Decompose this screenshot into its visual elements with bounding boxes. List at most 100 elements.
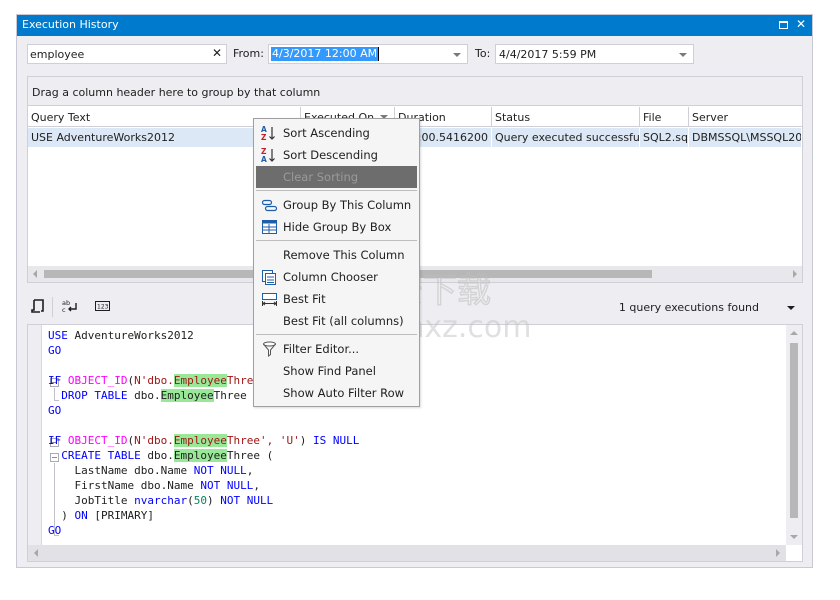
code-token: GO [48, 524, 62, 537]
scroll-left-icon[interactable] [34, 549, 38, 557]
menu-item-best-fit-all[interactable]: Best Fit (all columns) [256, 310, 417, 332]
code-token: GO [48, 344, 62, 357]
code-token: N'dbo. [134, 434, 174, 447]
line-numbers-icon[interactable]: 123 [95, 298, 111, 314]
menu-item-clear-sorting: Clear Sorting [256, 166, 417, 188]
code-token: ON [74, 509, 95, 522]
menu-item-label: Group By This Column [283, 198, 412, 212]
search-input[interactable]: employee ✕ [27, 44, 227, 64]
menu-item-label: Remove This Column [283, 248, 405, 262]
code-line: IF OBJECT_ID(N'dbo.EmployeeThree', 'U') … [48, 433, 359, 448]
scroll-left-icon[interactable] [33, 270, 37, 278]
menu-item-sort-ascending[interactable]: AZ Sort Ascending [256, 122, 417, 144]
menu-item-show-auto-filter-row[interactable]: Show Auto Filter Row [256, 382, 417, 404]
cell-file: SQL2.sql [640, 128, 689, 147]
code-token: Three [213, 389, 247, 402]
menu-item-label: Hide Group By Box [283, 220, 392, 234]
title-bar: Execution History ✕ [17, 15, 812, 36]
code-line: FirstName dbo.Name NOT NULL, [48, 478, 359, 493]
code-token: ) [48, 509, 75, 522]
group-by-column-icon [261, 197, 278, 213]
to-dropdown-arrow-icon[interactable] [679, 53, 687, 57]
menu-item-remove-column[interactable]: Remove This Column [256, 244, 417, 266]
code-token: Three', 'U' [226, 434, 300, 447]
code-line: LastName dbo.Name NOT NULL, [48, 463, 359, 478]
menu-item-group-by-column[interactable]: Group By This Column [256, 194, 417, 216]
code-token: OBJECT_ID [67, 434, 128, 447]
show-whitespace-icon[interactable]: ab c [62, 298, 78, 314]
code-token: ) [206, 494, 221, 507]
menu-item-label: Filter Editor... [283, 342, 360, 356]
code-token: NOT NULL [193, 464, 247, 477]
menu-item-label: Sort Ascending [283, 126, 370, 140]
menu-item-sort-descending[interactable]: ZA Sort Descending [256, 144, 417, 166]
menu-item-label: Best Fit (all columns) [283, 314, 404, 328]
code-token: dbo. [134, 389, 161, 402]
menu-item-label: Show Find Panel [283, 364, 376, 378]
code-token: AdventureWorks2012 [74, 329, 194, 342]
window-title: Execution History [22, 18, 119, 31]
search-match-highlight: Employee [173, 434, 227, 447]
search-match-highlight: Employee [173, 449, 227, 462]
editor-gutter [28, 325, 42, 545]
cell-server: DBMSSQL\MSSQL2012 [689, 128, 802, 147]
results-count: 1 query executions found [618, 301, 759, 314]
maximize-icon[interactable] [779, 21, 788, 29]
toolbar-separator [52, 297, 53, 317]
close-icon[interactable]: ✕ [796, 17, 806, 31]
from-date-picker[interactable]: 4/3/2017 12:00 AM [268, 44, 468, 64]
to-date-value: 4/4/2017 5:59 PM [499, 48, 597, 61]
column-header-status[interactable]: Status [492, 107, 640, 127]
scrollbar-thumb[interactable] [790, 343, 798, 518]
code-token: LastName dbo.Name [48, 464, 194, 477]
code-token: ) [299, 434, 313, 447]
code-token: IF [48, 374, 68, 387]
group-by-box[interactable]: Drag a column header here to group by th… [28, 77, 802, 106]
word-wrap-toggle-icon[interactable] [30, 298, 46, 314]
scroll-down-icon[interactable] [790, 535, 798, 539]
code-line: CREATE TABLE dbo.EmployeeThree ( [48, 448, 359, 463]
svg-text:c: c [62, 306, 66, 314]
scroll-right-icon[interactable] [793, 270, 797, 278]
code-token: CREATE TABLE [48, 449, 148, 462]
menu-item-best-fit[interactable]: Best Fit [256, 288, 417, 310]
code-token: ( [187, 494, 194, 507]
menu-item-filter-editor[interactable]: Filter Editor... [256, 338, 417, 360]
scroll-right-icon[interactable] [776, 549, 780, 557]
code-token: USE [48, 329, 75, 342]
results-dropdown-icon[interactable] [787, 306, 795, 310]
code-token: NOT NULL [220, 494, 274, 507]
clear-search-icon[interactable]: ✕ [212, 46, 222, 60]
best-fit-icon [261, 291, 278, 307]
code-token: dbo. [147, 449, 174, 462]
menu-item-label: Show Auto Filter Row [283, 386, 405, 400]
menu-item-label: Column Chooser [283, 270, 378, 284]
code-token: IS NULL [312, 434, 360, 447]
from-dropdown-arrow-icon[interactable] [453, 53, 461, 57]
code-token: , [246, 464, 254, 477]
menu-item-label: Clear Sorting [283, 170, 359, 184]
column-chooser-icon [261, 269, 278, 285]
menu-separator [256, 190, 417, 191]
editor-horizontal-scrollbar[interactable] [28, 545, 786, 561]
menu-item-show-find-panel[interactable]: Show Find Panel [256, 360, 417, 382]
code-line: JobTitle nvarchar(50) NOT NULL [48, 493, 359, 508]
menu-item-column-chooser[interactable]: Column Chooser [256, 266, 417, 288]
sort-descending-icon: ZA [261, 147, 278, 164]
svg-text:Z: Z [261, 133, 267, 141]
to-label: To: [475, 47, 491, 60]
search-match-highlight: Employee [173, 374, 227, 387]
group-hint: Drag a column header here to group by th… [32, 86, 321, 99]
search-value: employee [30, 48, 85, 61]
svg-text:A: A [261, 155, 267, 163]
scroll-up-icon[interactable] [790, 331, 798, 335]
column-header-server[interactable]: Server [689, 107, 802, 127]
column-header-file[interactable]: File [640, 107, 689, 127]
code-token: N'dbo. [134, 374, 174, 387]
to-date-picker[interactable]: 4/4/2017 5:59 PM [495, 44, 694, 64]
editor-vertical-scrollbar[interactable] [786, 325, 802, 545]
menu-separator [256, 240, 417, 241]
menu-item-hide-group-by-box[interactable]: Hide Group By Box [256, 216, 417, 238]
code-token: , [253, 479, 260, 492]
group-by-box-icon [261, 219, 278, 235]
